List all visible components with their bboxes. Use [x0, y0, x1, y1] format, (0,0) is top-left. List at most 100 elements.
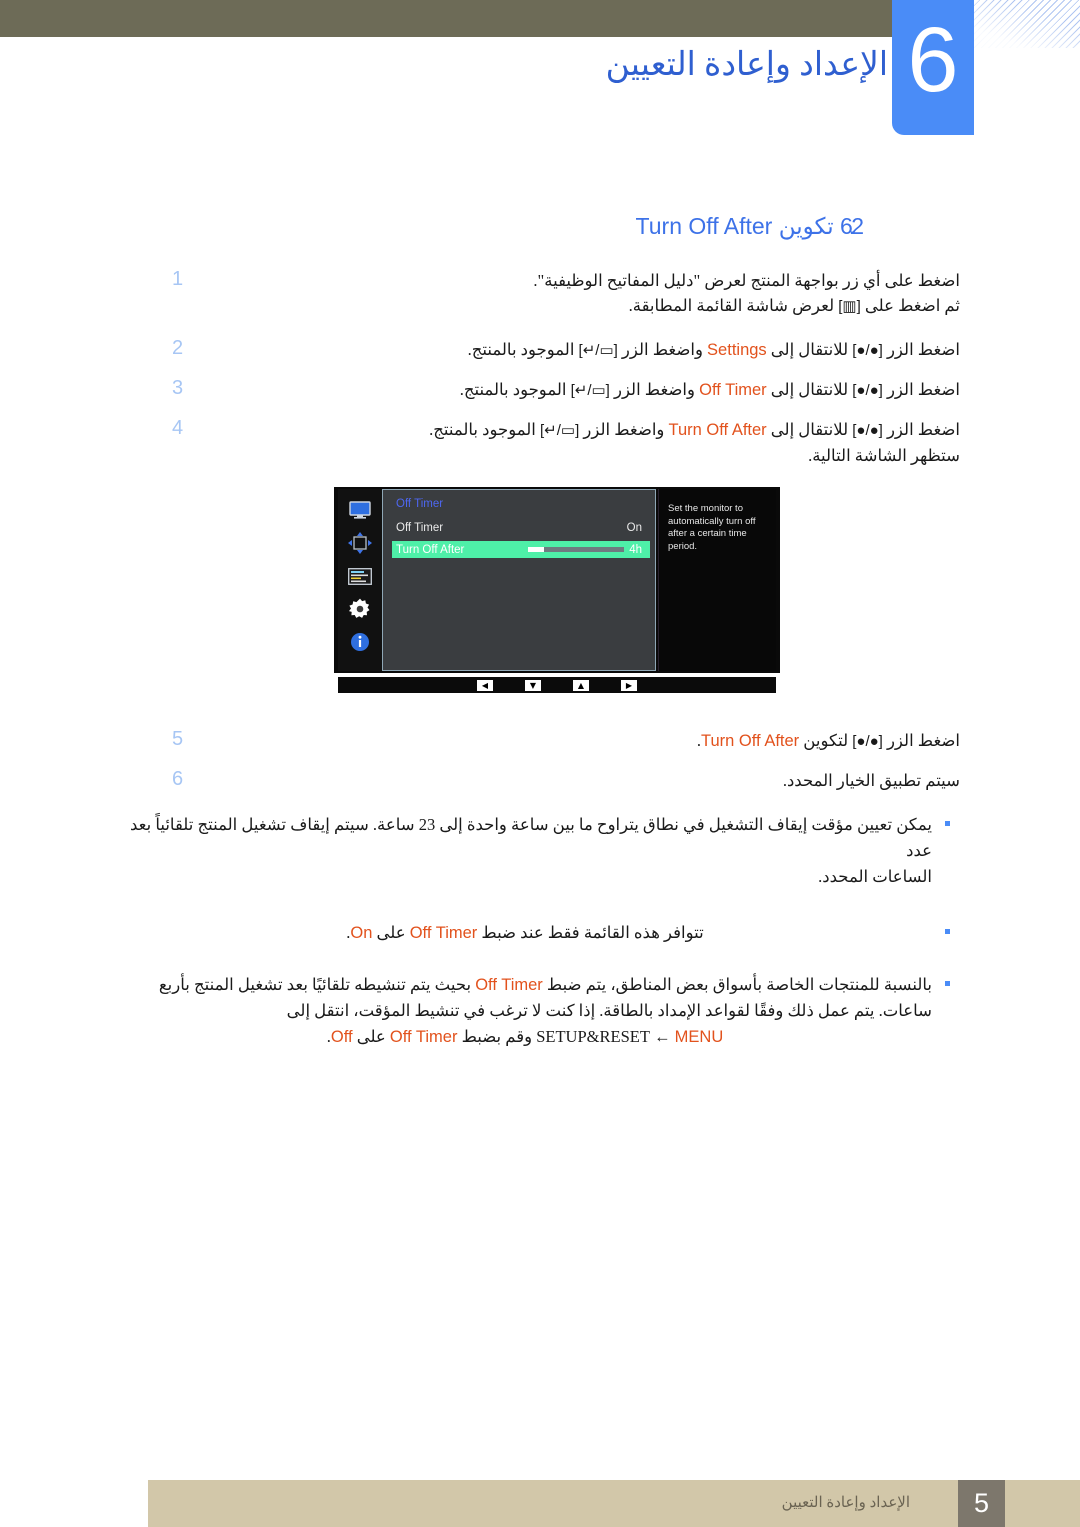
steps-list-primary: 1 اضغط على أي زر بواجهة المنتج لعرض "دلي… — [0, 268, 1080, 482]
note-line: بالنسبة للمنتجات الخاصة بأسواق بعض المنا… — [118, 972, 932, 998]
nav-down-icon[interactable]: ▼ — [525, 679, 541, 691]
note-item: بالنسبة للمنتجات الخاصة بأسواق بعض المنا… — [0, 972, 1080, 1050]
steps-list-secondary: 5 اضغط الزر [●/●] لتكوين Turn Off After.… — [0, 728, 1080, 807]
step-body: اضغط الزر [●/●] لتكوين Turn Off After. — [0, 728, 1080, 754]
inline-token: [↵/▭] — [570, 382, 610, 399]
dpad-icon[interactable] — [346, 532, 374, 554]
corner-hatch-fade — [972, 0, 1080, 48]
inline-token: [●/●] — [852, 382, 883, 399]
step-line: اضغط الزر [●/●] لتكوين Turn Off After. — [190, 728, 960, 754]
inline-token: [●/●] — [852, 733, 883, 750]
step-number: 1 — [172, 268, 184, 290]
inline-token: Off Timer — [410, 920, 478, 946]
step-item: 2 اضغط الزر [●/●] للانتقال إلى Settings … — [0, 337, 1080, 363]
osd-row-label: Off Timer — [396, 521, 444, 534]
step-line: اضغط على أي زر بواجهة المنتج لعرض "دليل … — [533, 271, 960, 290]
info-icon[interactable] — [346, 631, 374, 653]
inline-token: Off Timer — [699, 378, 767, 403]
note-line: تتوافر هذه القائمة فقط عند ضبط Off Timer… — [118, 920, 932, 946]
inline-token: [↵/▭] — [578, 342, 618, 359]
inline-token: Off — [475, 976, 497, 994]
section-heading: 6.2 تكوين Turn Off After — [636, 213, 890, 240]
step-item: 6 سيتم تطبيق الخيار المحدد. — [0, 768, 1080, 793]
note-line: الساعات المحدد. — [818, 867, 932, 886]
osd-row-label: Turn Off After — [396, 543, 465, 556]
inline-token: [↵/▭] — [540, 422, 580, 439]
note-line: يمكن تعيين مؤقت إيقاف التشغيل في نطاق يت… — [129, 815, 932, 860]
chapter-title: الإعداد وإعادة التعيين — [605, 47, 888, 83]
bullet-marker — [945, 981, 950, 986]
inline-token: [▥] — [838, 298, 861, 315]
step-body: سيتم تطبيق الخيار المحدد. — [0, 768, 1080, 793]
osd-menu-row-turn-off-after[interactable]: Turn Off After 4h — [392, 541, 650, 558]
osd-illustration: Off Timer Off Timer On Turn Off After 4h… — [334, 487, 780, 695]
inline-token: Off — [389, 1028, 412, 1046]
notes-list: يمكن تعيين مؤقت إيقاف التشغيل في نطاق يت… — [0, 812, 1080, 1072]
inline-token: Off Timer — [390, 1024, 458, 1050]
inline-token: Off — [738, 732, 761, 750]
osd-menu-title: Off Timer — [396, 498, 444, 510]
note-item: يمكن تعيين مؤقت إيقاف التشغيل في نطاق يت… — [0, 812, 1080, 890]
osd-screen: Off Timer Off Timer On Turn Off After 4h… — [334, 487, 780, 673]
bullet-marker — [945, 929, 950, 934]
section-number: 6.2 — [840, 213, 864, 239]
gear-icon[interactable] — [346, 598, 374, 620]
step-line: سيتم تطبيق الخيار المحدد. — [782, 771, 960, 790]
step-body: اضغط الزر [●/●] للانتقال إلى Off Timer و… — [0, 377, 1080, 403]
monitor-icon[interactable] — [346, 499, 374, 521]
inline-token: Off — [409, 924, 432, 942]
step-item: 1 اضغط على أي زر بواجهة المنتج لعرض "دلي… — [0, 268, 1080, 319]
step-body: اضغط على أي زر بواجهة المنتج لعرض "دليل … — [0, 268, 1080, 319]
inline-token: Turn Off After — [669, 418, 767, 443]
section-label-arabic: تكوين — [778, 214, 834, 239]
picture-menu-icon[interactable] — [346, 565, 374, 587]
step-number: 3 — [172, 377, 184, 399]
step-line: ثم اضغط على [▥] لعرض شاشة القائمة المطاب… — [190, 293, 960, 319]
osd-sidebar — [338, 489, 382, 671]
step-item: 3 اضغط الزر [●/●] للانتقال إلى Off Timer… — [0, 377, 1080, 403]
osd-slider-track[interactable] — [528, 547, 624, 552]
top-olive-band — [0, 0, 892, 37]
footer-chapter-title: الإعداد وإعادة التعيين — [781, 1495, 910, 1511]
inline-token: Off — [706, 421, 729, 439]
inline-token: On — [350, 924, 373, 942]
step-body: اضغط الزر [●/●] للانتقال إلى Settings وا… — [0, 337, 1080, 363]
osd-row-value: 4h — [629, 543, 642, 556]
step-item: 5 اضغط الزر [●/●] لتكوين Turn Off After. — [0, 728, 1080, 754]
step-line: اضغط الزر [●/●] للانتقال إلى Settings وا… — [190, 337, 960, 363]
step-body: اضغط الزر [●/●] للانتقال إلى Turn Off Af… — [0, 417, 1080, 468]
inline-token: Off — [330, 1028, 353, 1046]
footer-bar: 5 الإعداد وإعادة التعيين — [148, 1480, 1080, 1527]
osd-navigation-bar: ◀ ▼ ▲ ▶ — [338, 677, 776, 693]
step-number: 2 — [172, 337, 184, 359]
step-line: ستظهر الشاشة التالية. — [808, 446, 960, 465]
section-label-english: Turn Off After — [635, 213, 773, 239]
osd-row-value: On — [626, 521, 642, 534]
nav-left-icon[interactable]: ◀ — [477, 679, 493, 691]
inline-token: Off Timer — [475, 972, 543, 998]
osd-description-panel: Set the monitor to automatically turn of… — [658, 489, 776, 671]
inline-token: MENU — [674, 1028, 724, 1046]
nav-up-icon[interactable]: ▲ — [573, 679, 589, 691]
inline-token: [●/●] — [852, 422, 883, 439]
inline-token: Off — [699, 381, 721, 399]
bullet-marker — [945, 821, 950, 826]
osd-menu-panel: Off Timer Off Timer On Turn Off After 4h — [382, 489, 656, 671]
step-number: 6 — [172, 768, 184, 790]
inline-token: [●/●] — [852, 342, 883, 359]
inline-token: Settings — [707, 341, 767, 359]
note-line: ساعات. يتم عمل ذلك وفقًا لقواعد الإمداد … — [286, 1001, 932, 1020]
step-number: 4 — [172, 417, 184, 439]
step-item: 4 اضغط الزر [●/●] للانتقال إلى Turn Off … — [0, 417, 1080, 468]
step-line: اضغط الزر [●/●] للانتقال إلى Off Timer و… — [190, 377, 960, 403]
osd-menu-row-off-timer[interactable]: Off Timer On — [392, 519, 650, 536]
inline-token: Turn Off After — [701, 729, 799, 754]
step-number: 5 — [172, 728, 184, 750]
osd-slider-fill — [528, 547, 544, 552]
step-line: اضغط الزر [●/●] للانتقال إلى Turn Off Af… — [190, 417, 960, 443]
footer-page-number: 5 — [958, 1480, 1005, 1527]
nav-right-icon[interactable]: ▶ — [621, 679, 637, 691]
chapter-number-badge: 6 — [892, 0, 974, 135]
note-line: MENU ← SETUP&RESET وقم بضبط Off Timer عل… — [118, 1024, 932, 1050]
note-item: تتوافر هذه القائمة فقط عند ضبط Off Timer… — [0, 920, 1080, 946]
